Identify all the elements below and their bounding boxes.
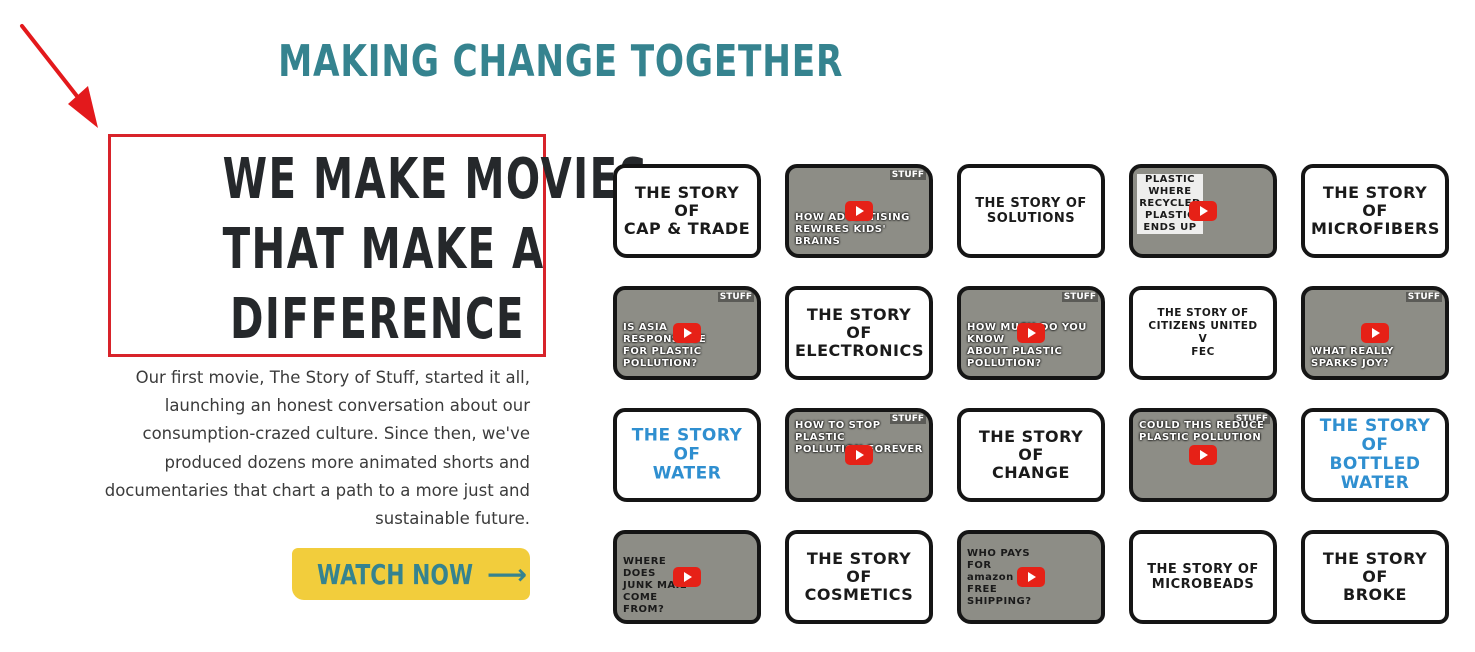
- video-card-plastic-quiz[interactable]: STUFF HOW MUCH DO YOU KNOW ABOUT PLASTIC…: [957, 286, 1105, 380]
- video-title: THE STORY OF MICROFIBERS: [1311, 183, 1440, 238]
- video-card-amazon-shipping[interactable]: WHO PAYS FOR amazon FREE SHIPPING?: [957, 530, 1105, 624]
- stuff-logo: STUFF: [1061, 292, 1098, 302]
- video-title: THE STORY OF MICROBEADS: [1147, 562, 1259, 592]
- video-card-microfibers[interactable]: THE STORY OF MICROFIBERS: [1301, 164, 1449, 258]
- stuff-logo: STUFF: [889, 170, 926, 180]
- watch-now-button[interactable]: WATCH NOW ⟶: [292, 548, 530, 600]
- youtube-play-icon[interactable]: [845, 445, 873, 465]
- video-card-broke[interactable]: THE STORY OF BROKE: [1301, 530, 1449, 624]
- youtube-play-icon[interactable]: [673, 567, 701, 587]
- video-card-reduce-plastic[interactable]: STUFF COULD THIS REDUCE PLASTIC POLLUTIO…: [1129, 408, 1277, 502]
- video-title: THE STORY OF BROKE: [1322, 549, 1428, 604]
- video-card-advertising-kids[interactable]: STUFF HOW ADVERTISING REWIRES KIDS' BRAI…: [785, 164, 933, 258]
- youtube-play-icon[interactable]: [1361, 323, 1389, 343]
- video-title: THE STORY OF BOTTLED WATER: [1319, 416, 1431, 493]
- headline-highlight-box: WE MAKE MOVIES THAT MAKE A DIFFERENCE: [105, 134, 650, 357]
- video-title: THE STORY OF CITIZENS UNITED V FEC: [1148, 307, 1258, 358]
- video-card-asia-plastic[interactable]: STUFF IS ASIA RESPONSIBLE FOR PLASTIC PO…: [613, 286, 761, 380]
- headline-line: WE MAKE MOVIES: [222, 147, 650, 212]
- video-title: THE STORY OF SOLUTIONS: [975, 196, 1087, 226]
- youtube-play-icon[interactable]: [1017, 323, 1045, 343]
- video-card-change[interactable]: THE STORY OF CHANGE: [957, 408, 1105, 502]
- section-title: MAKING CHANGE TOGETHER: [278, 36, 844, 87]
- video-card-stop-plastic[interactable]: STUFF HOW TO STOP PLASTIC POLLUTION FORE…: [785, 408, 933, 502]
- video-card-recycled-plastic[interactable]: PLASTIC WHERE RECYCLED PLASTIC ENDS UP: [1129, 164, 1277, 258]
- video-card-cosmetics[interactable]: THE STORY OF COSMETICS: [785, 530, 933, 624]
- youtube-play-icon[interactable]: [1189, 445, 1217, 465]
- video-title: THE STORY OF WATER: [631, 425, 743, 484]
- video-card-microbeads[interactable]: THE STORY OF MICROBEADS: [1129, 530, 1277, 624]
- youtube-play-icon[interactable]: [673, 323, 701, 343]
- video-card-solutions[interactable]: THE STORY OF SOLUTIONS: [957, 164, 1105, 258]
- video-title: THE STORY OF ELECTRONICS: [795, 305, 925, 360]
- youtube-play-icon[interactable]: [1189, 201, 1217, 221]
- watch-now-label: WATCH NOW: [316, 557, 473, 591]
- video-card-bottled-water[interactable]: THE STORY OF BOTTLED WATER: [1301, 408, 1449, 502]
- youtube-play-icon[interactable]: [1017, 567, 1045, 587]
- arrow-right-icon: ⟶: [486, 557, 528, 591]
- video-card-junk-mail[interactable]: WHERE DOES JUNK MAIL COME FROM?: [613, 530, 761, 624]
- stuff-logo: STUFF: [717, 292, 754, 302]
- youtube-play-icon[interactable]: [845, 201, 873, 221]
- video-card-sparks-joy[interactable]: STUFF WHAT REALLY SPARKS JOY?: [1301, 286, 1449, 380]
- video-title: WHAT REALLY SPARKS JOY?: [1311, 346, 1394, 369]
- video-title: THE STORY OF CHANGE: [978, 427, 1084, 482]
- headline-line: THAT MAKE A: [222, 217, 545, 282]
- video-card-water[interactable]: THE STORY OF WATER: [613, 408, 761, 502]
- video-card-electronics[interactable]: THE STORY OF ELECTRONICS: [785, 286, 933, 380]
- stuff-logo: STUFF: [1405, 292, 1442, 302]
- headline: WE MAKE MOVIES THAT MAKE A DIFFERENCE: [105, 145, 650, 355]
- intro-paragraph: Our first movie, The Story of Stuff, sta…: [104, 368, 530, 529]
- headline-line: DIFFERENCE: [230, 287, 526, 352]
- video-title: THE STORY OF COSMETICS: [804, 549, 914, 604]
- red-arrow-icon: [20, 24, 98, 128]
- video-title: COULD THIS REDUCE PLASTIC POLLUTION: [1139, 420, 1265, 443]
- video-card-citizens-united[interactable]: THE STORY OF CITIZENS UNITED V FEC: [1129, 286, 1277, 380]
- video-card-cap-and-trade[interactable]: THE STORY OF CAP & TRADE: [613, 164, 761, 258]
- video-title: THE STORY OF CAP & TRADE: [623, 183, 751, 238]
